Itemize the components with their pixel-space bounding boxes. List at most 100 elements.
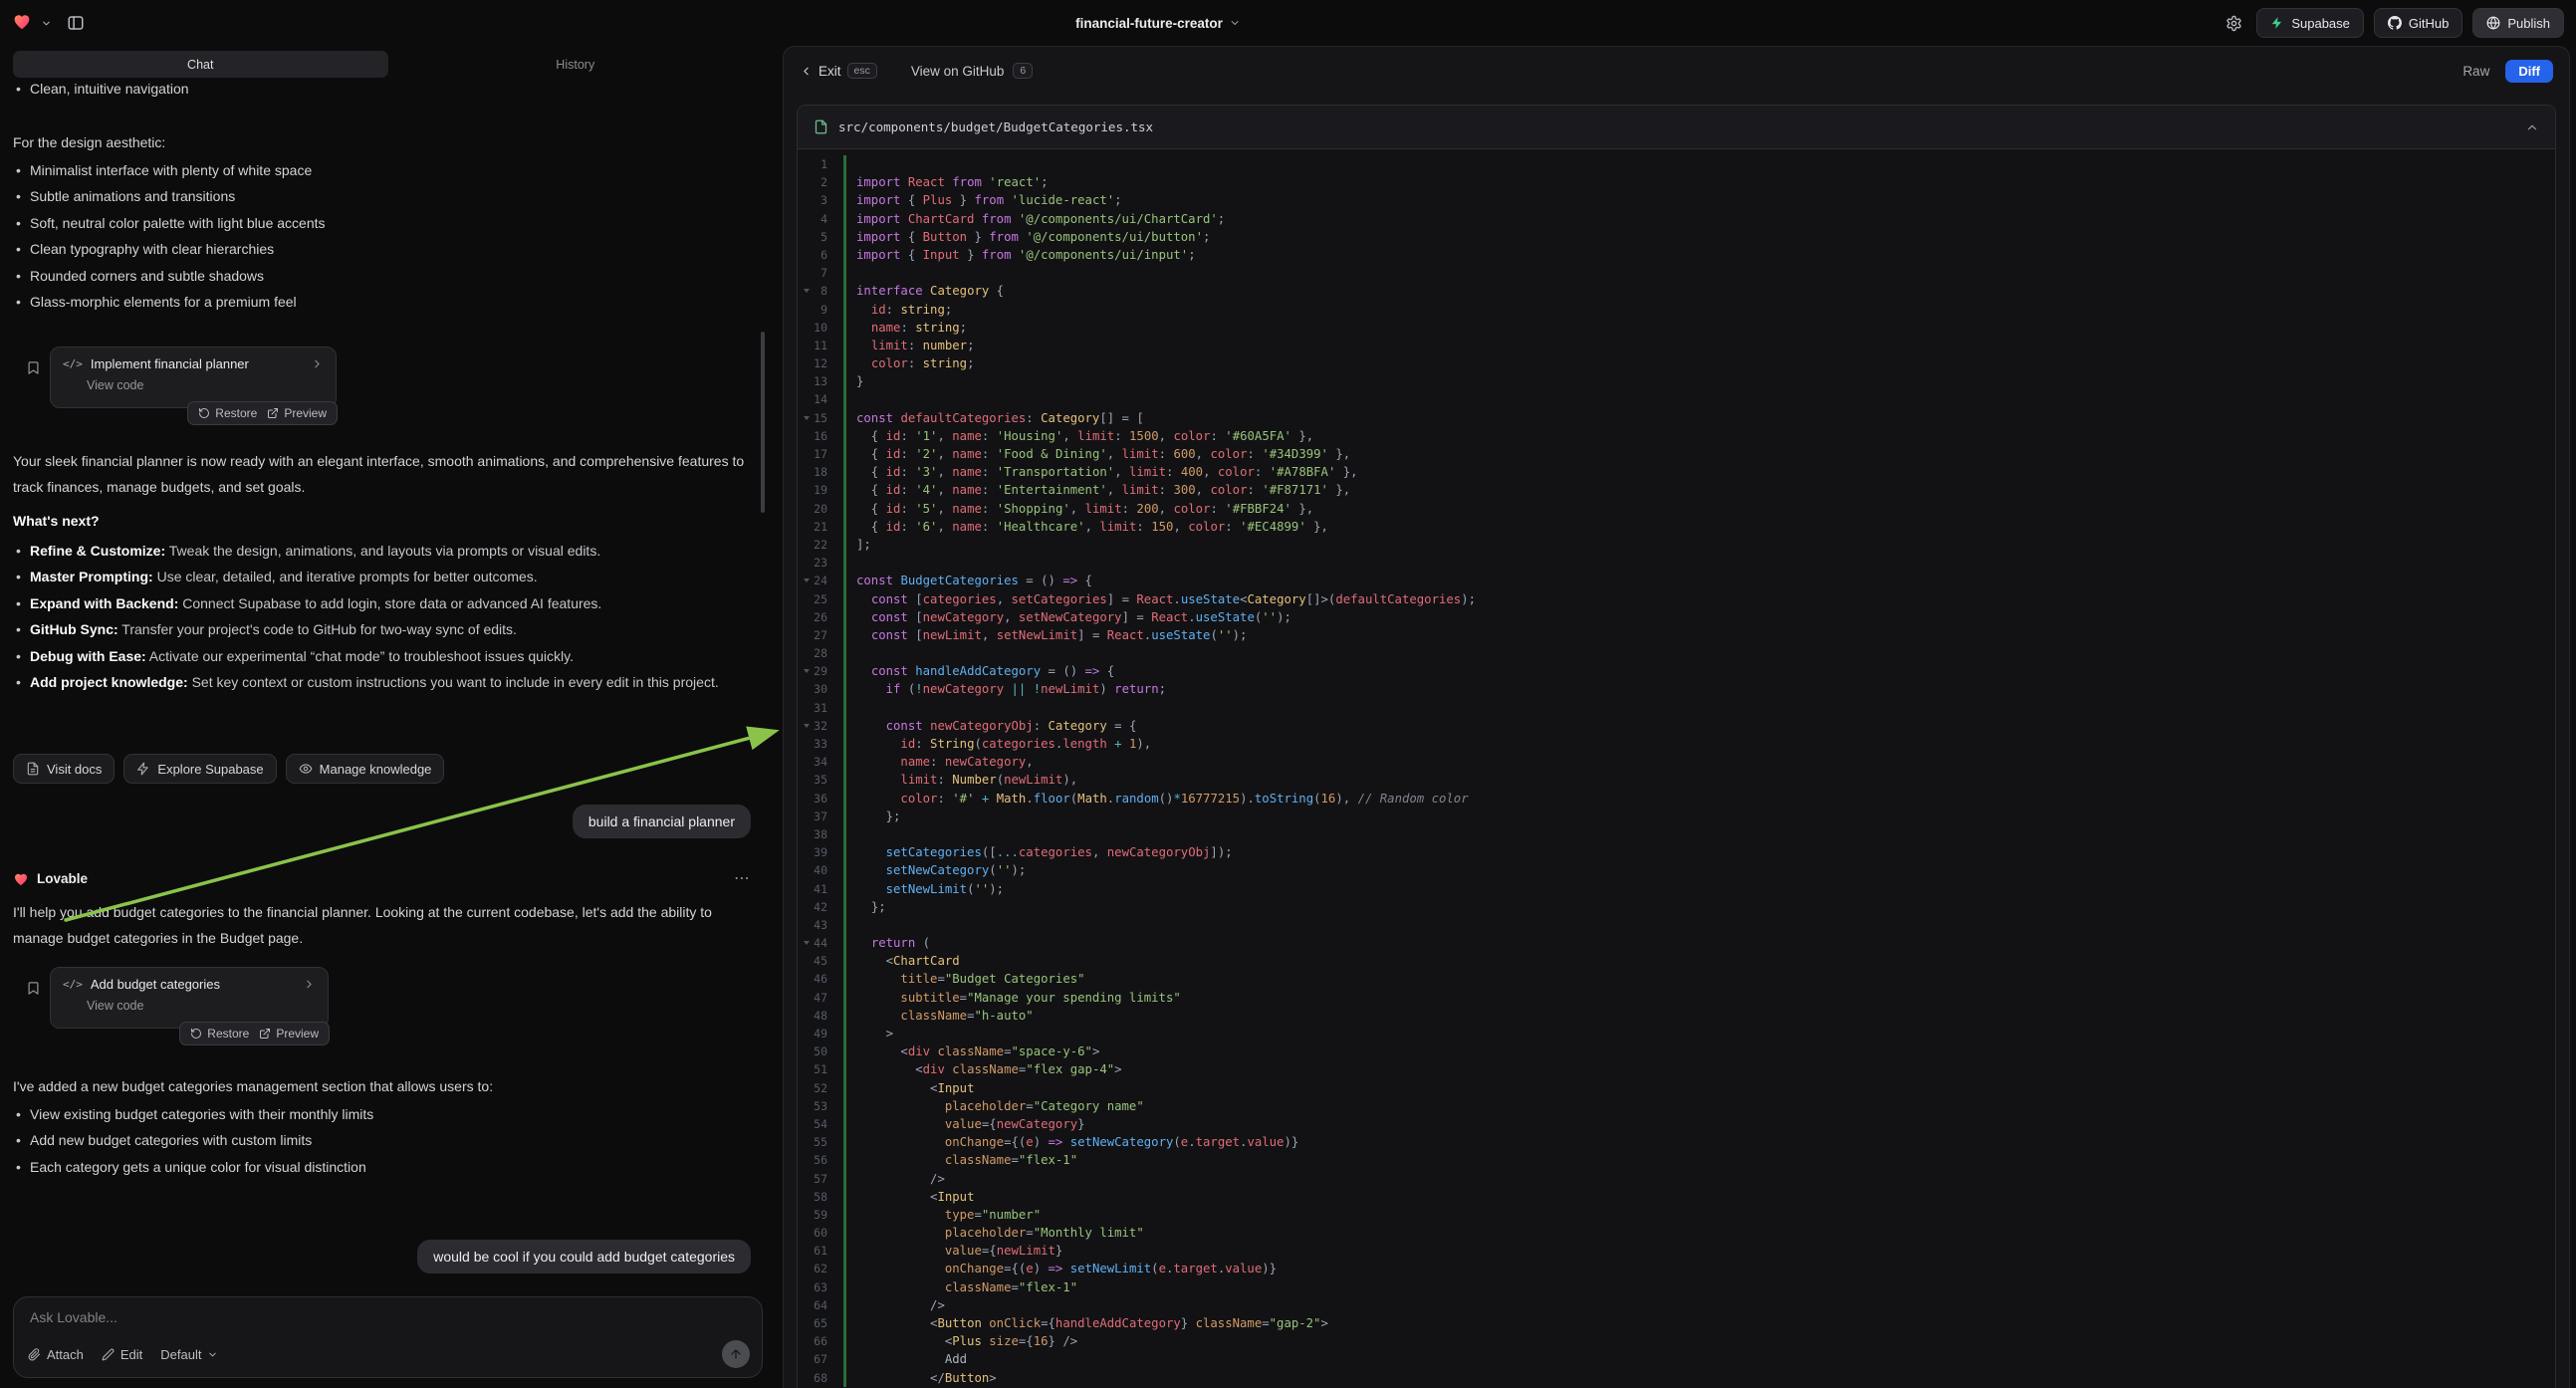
attach-button[interactable]: Attach	[28, 1347, 84, 1362]
code-line: 7	[798, 264, 2555, 282]
preview-label: Preview	[284, 406, 327, 420]
bookmark-icon[interactable]	[26, 360, 41, 375]
code-line-text: >	[846, 1025, 893, 1042]
restore-button[interactable]: Restore	[190, 1027, 249, 1041]
code-line: 53 placeholder="Category name"	[798, 1097, 2555, 1115]
view-on-github-label: View on GitHub	[911, 64, 1005, 79]
fold-toggle-icon[interactable]	[804, 941, 810, 945]
line-number: 17	[798, 445, 843, 463]
view-on-github-link[interactable]: View on GitHub 6	[911, 63, 1033, 79]
code-line: 32 const newCategoryObj: Category = {	[798, 717, 2555, 735]
code-line: 60 placeholder="Monthly limit"	[798, 1224, 2555, 1242]
diff-added-gutter	[843, 1278, 846, 1296]
code-line-text	[846, 916, 856, 934]
project-switcher[interactable]: financial-future-creator	[1075, 16, 1241, 31]
line-number: 61	[798, 1242, 843, 1260]
settings-gear-icon[interactable]	[2225, 15, 2242, 32]
file-header[interactable]: src/components/budget/BudgetCategories.t…	[798, 106, 2555, 149]
code-line: 14	[798, 390, 2555, 408]
collapse-file-icon[interactable]	[2525, 120, 2539, 134]
diff-added-gutter	[843, 934, 846, 952]
line-number: 43	[798, 916, 843, 934]
restore-button[interactable]: Restore	[198, 406, 257, 420]
tab-history[interactable]: History	[388, 51, 764, 78]
code-line-text: import { Button } from '@/components/ui/…	[846, 228, 1210, 246]
supabase-button[interactable]: Supabase	[2256, 8, 2364, 38]
fold-toggle-icon[interactable]	[804, 289, 810, 293]
line-number: 35	[798, 771, 843, 789]
topbar-left	[12, 12, 85, 35]
ready-paragraph: Your sleek financial planner is now read…	[13, 448, 750, 500]
paperclip-icon	[28, 1348, 41, 1361]
diff-added-gutter	[843, 771, 846, 789]
line-number: 41	[798, 880, 843, 898]
code-line: 16 { id: '1', name: 'Housing', limit: 15…	[798, 427, 2555, 445]
code-line: 12 color: string;	[798, 354, 2555, 372]
manage-knowledge-button[interactable]: Manage knowledge	[286, 754, 445, 784]
list-item: Clean, intuitive navigation	[13, 76, 752, 102]
restore-label: Restore	[215, 406, 257, 420]
added-list: View existing budget categories with the…	[13, 1101, 752, 1180]
github-button[interactable]: GitHub	[2374, 8, 2462, 38]
logo-chevron-down-icon[interactable]	[41, 18, 52, 29]
fold-toggle-icon[interactable]	[804, 724, 810, 728]
chat-panel: Chat History Clean, intuitive navigation…	[0, 46, 777, 1388]
explore-supabase-button[interactable]: Explore Supabase	[123, 754, 276, 784]
user-message: build a financial planner	[573, 805, 751, 838]
diff-added-gutter	[843, 427, 846, 445]
exit-button[interactable]: Exit esc	[800, 63, 877, 79]
line-number: 60	[798, 1224, 843, 1242]
code-line-text: onChange={(e) => setNewCategory(e.target…	[846, 1133, 1298, 1151]
code-line-text: className="flex-1"	[846, 1278, 1077, 1296]
code-line: 22];	[798, 536, 2555, 554]
sidebar-toggle-icon[interactable]	[67, 14, 85, 32]
code-line: 54 value={newCategory}	[798, 1115, 2555, 1133]
tab-chat[interactable]: Chat	[13, 51, 388, 78]
code-line-text: <Plus size={16} />	[846, 1332, 1077, 1350]
code-line: 45 <ChartCard	[798, 952, 2555, 970]
send-button[interactable]	[722, 1340, 750, 1368]
line-number: 46	[798, 970, 843, 988]
quick-actions: Visit docs Explore Supabase Manage knowl…	[13, 754, 444, 784]
edit-label: Edit	[120, 1347, 142, 1362]
line-number: 33	[798, 735, 843, 753]
line-number: 19	[798, 481, 843, 499]
edit-button[interactable]: Edit	[102, 1347, 142, 1362]
line-number: 22	[798, 536, 843, 554]
code-line: 23	[798, 554, 2555, 572]
fold-toggle-icon[interactable]	[804, 669, 810, 673]
chat-input[interactable]	[30, 1309, 495, 1325]
line-number: 12	[798, 354, 843, 372]
code-line-text: const defaultCategories: Category[] = [	[846, 409, 1144, 427]
view-code-link[interactable]: View code	[63, 999, 316, 1013]
fold-toggle-icon[interactable]	[804, 416, 810, 420]
line-number: 67	[798, 1350, 843, 1368]
code-line: 28	[798, 644, 2555, 662]
preview-button[interactable]: Preview	[259, 1027, 319, 1041]
fold-toggle-icon[interactable]	[804, 578, 810, 582]
code-line: 6import { Input } from '@/components/ui/…	[798, 246, 2555, 264]
lovable-logo-icon[interactable]	[12, 12, 32, 35]
composer-toolbar: Attach Edit Default	[28, 1340, 750, 1368]
visit-docs-button[interactable]: Visit docs	[13, 754, 115, 784]
bookmark-icon[interactable]	[26, 981, 41, 996]
version-card[interactable]: </> Add budget categories View code Rest…	[50, 967, 329, 1029]
diff-toggle[interactable]: Diff	[2505, 60, 2553, 83]
code-line-text: type="number"	[846, 1206, 1041, 1224]
code-line: 55 onChange={(e) => setNewCategory(e.tar…	[798, 1133, 2555, 1151]
line-number: 55	[798, 1133, 843, 1151]
message-options-icon[interactable]: ⋯	[734, 868, 752, 888]
code-line-text: <div className="space-y-6">	[846, 1042, 1099, 1060]
chat-scrollbar[interactable]	[761, 332, 765, 513]
preview-button[interactable]: Preview	[267, 406, 327, 420]
version-card[interactable]: </> Implement financial planner View cod…	[50, 347, 337, 408]
code-line-text: { id: '4', name: 'Entertainment', limit:…	[846, 481, 1350, 499]
chat-tabs: Chat History	[13, 51, 763, 78]
visit-docs-label: Visit docs	[47, 762, 102, 777]
raw-toggle[interactable]: Raw	[2462, 64, 2489, 79]
mode-select[interactable]: Default	[160, 1347, 218, 1362]
diff-added-gutter	[843, 680, 846, 698]
view-code-link[interactable]: View code	[63, 378, 324, 392]
code-line-text: limit: number;	[846, 337, 974, 354]
publish-button[interactable]: Publish	[2472, 8, 2564, 38]
